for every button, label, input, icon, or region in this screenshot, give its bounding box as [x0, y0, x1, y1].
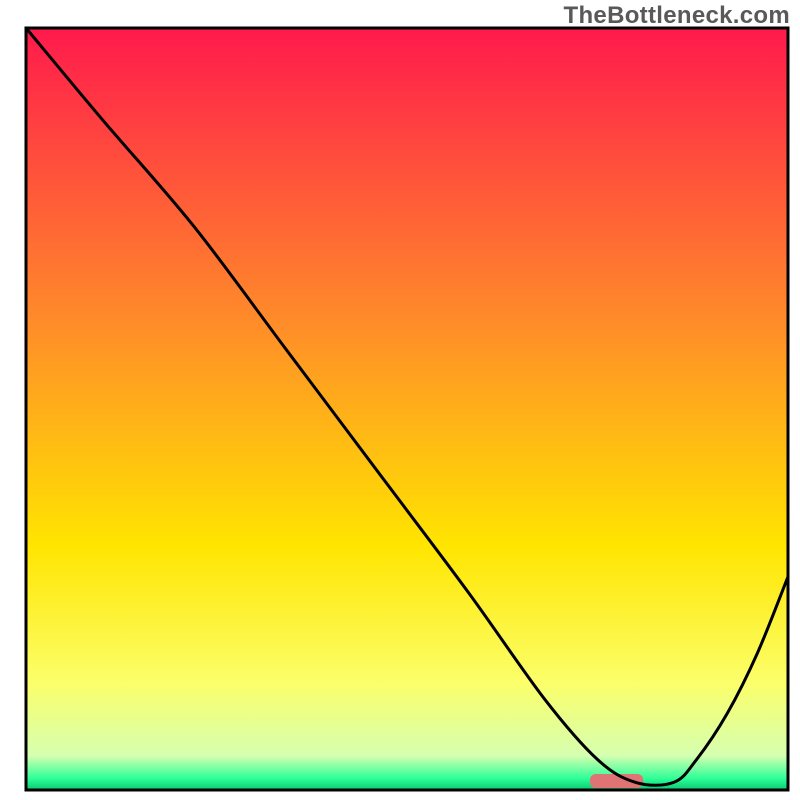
bottleneck-chart	[0, 0, 800, 800]
chart-container: { "watermark": "TheBottleneck.com", "cha…	[0, 0, 800, 800]
watermark-text: TheBottleneck.com	[564, 2, 790, 30]
chart-gradient-background	[26, 28, 788, 790]
